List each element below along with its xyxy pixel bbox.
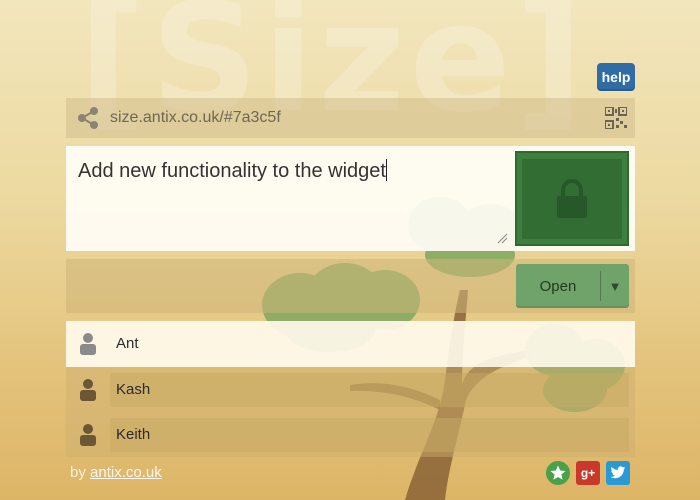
user-icon (66, 378, 110, 401)
open-button-label[interactable]: Open (516, 278, 600, 295)
user-list: Ant Kash Keith (66, 321, 635, 457)
antix-link[interactable]: antix.co.uk (90, 464, 162, 481)
url-bar[interactable]: size.antix.co.uk/#7a3c5f (66, 98, 635, 138)
footer-prefix: by (70, 464, 91, 481)
user-row[interactable]: Keith (66, 412, 635, 457)
user-row[interactable]: Ant (66, 321, 635, 367)
lock-button[interactable] (515, 151, 629, 246)
user-name[interactable]: Keith (110, 417, 629, 452)
chevron-down-icon[interactable]: ▼ (601, 279, 629, 294)
task-text[interactable]: Add new functionality to the widget (78, 158, 508, 184)
help-button[interactable]: help (597, 63, 635, 91)
footer-credit: by antix.co.uk (70, 464, 162, 481)
user-icon (66, 423, 110, 446)
user-name[interactable]: Ant (110, 327, 629, 361)
social-links: g+ (546, 461, 630, 485)
open-dropdown-button[interactable]: Open ▼ (516, 264, 629, 308)
qr-code-icon[interactable] (604, 106, 628, 130)
lock-icon (557, 178, 587, 218)
google-plus-icon[interactable]: g+ (576, 461, 600, 485)
user-row[interactable]: Kash (66, 367, 635, 412)
twitter-icon[interactable] (606, 461, 630, 485)
star-icon[interactable] (546, 461, 570, 485)
text-caret (385, 159, 387, 181)
task-text-value: Add new functionality to the widget (78, 160, 386, 182)
resize-grip-icon[interactable] (496, 232, 508, 244)
user-icon (66, 333, 110, 355)
share-icon[interactable] (66, 106, 110, 130)
user-name[interactable]: Kash (110, 372, 629, 407)
share-url-text[interactable]: size.antix.co.uk/#7a3c5f (110, 109, 605, 127)
